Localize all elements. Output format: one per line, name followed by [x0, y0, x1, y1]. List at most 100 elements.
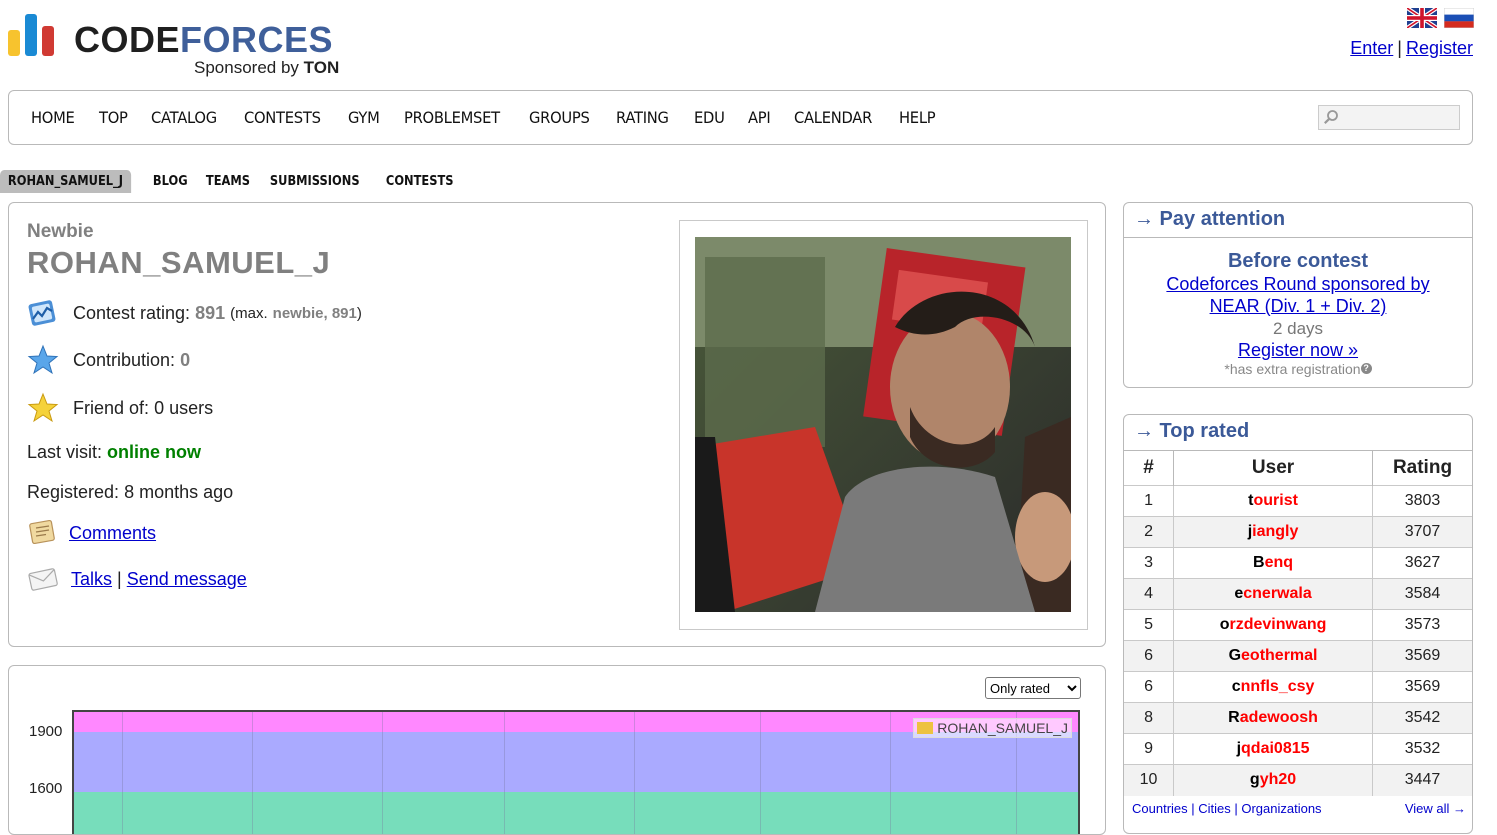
countdown: 2 days — [1272, 319, 1324, 338]
table-row: 10 gyh20 3447 — [1124, 764, 1472, 796]
user-link[interactable]: Benq — [1253, 554, 1293, 571]
max-rating: newbie, 891 — [272, 304, 357, 322]
tab-contests[interactable]: CONTESTS — [378, 170, 461, 193]
friend-of-row: Friend of: 0 users — [27, 392, 213, 424]
contest-link-line2[interactable]: NEAR (Div. 1 + Div. 2) — [1124, 295, 1472, 317]
nav-contests[interactable]: CONTESTS — [244, 108, 321, 127]
nav-problemset[interactable]: PROBLEMSET — [404, 108, 500, 127]
search-box — [1318, 105, 1460, 130]
rating-graph[interactable]: ROHAN_SAMUEL_J — [72, 710, 1080, 834]
rating-cell: 3532 — [1372, 733, 1472, 765]
main-menu: HOME TOP CATALOG CONTESTS GYM PROBLEMSET… — [8, 90, 1473, 145]
logo-sponsor: Sponsored by TON — [194, 58, 340, 77]
user-link[interactable]: tourist — [1248, 492, 1298, 509]
nav-catalog[interactable]: CATALOG — [151, 108, 217, 127]
user-cell: ecnerwala — [1173, 578, 1373, 610]
contest-link-line1[interactable]: Codeforces Round sponsored by — [1124, 273, 1472, 295]
pay-attention-title: → Pay attention — [1124, 203, 1472, 238]
rating-cell: 3573 — [1372, 609, 1472, 641]
comments-row: Comments — [27, 517, 156, 549]
enter-link[interactable]: Enter — [1350, 38, 1393, 58]
user-link[interactable]: Radewoosh — [1228, 709, 1318, 726]
rank-cell: 2 — [1124, 516, 1175, 548]
user-link[interactable]: orzdevinwang — [1220, 616, 1327, 633]
user-link[interactable]: gyh20 — [1250, 771, 1296, 788]
rating-cell: 3447 — [1372, 764, 1472, 796]
rating-cell: 3627 — [1372, 547, 1472, 579]
rating-cell: 3569 — [1372, 640, 1472, 672]
user-cell: jqdai0815 — [1173, 733, 1373, 765]
tab-submissions[interactable]: SUBMISSIONS — [262, 170, 367, 193]
search-input[interactable] — [1343, 106, 1458, 128]
rank-cell: 9 — [1124, 733, 1175, 765]
rank-cell: 4 — [1124, 578, 1175, 610]
view-all-link[interactable]: View all → — [1405, 801, 1466, 816]
avatar-frame — [679, 220, 1088, 630]
tab-blog[interactable]: BLOG — [145, 170, 196, 193]
gold-star-icon — [27, 392, 59, 423]
y-tick-1900: 1900 — [29, 723, 63, 740]
registered-time: 8 months ago — [124, 482, 234, 502]
contribution-row: Contribution: 0 — [27, 344, 190, 376]
legend-swatch — [917, 722, 934, 734]
user-avatar[interactable] — [695, 237, 1071, 612]
nav-top[interactable]: TOP — [99, 108, 128, 127]
tab-teams[interactable]: TEAMS — [198, 170, 258, 193]
user-cell: orzdevinwang — [1173, 609, 1373, 641]
rank-cell: 10 — [1124, 764, 1175, 796]
profile-tabs: ROHAN_SAMUEL_J BLOG TEAMS SUBMISSIONS CO… — [0, 170, 469, 193]
user-handle: ROHAN_SAMUEL_J — [27, 245, 331, 280]
rank-cell: 8 — [1124, 702, 1175, 734]
register-now-link[interactable]: Register now » — [1124, 340, 1472, 361]
send-message-link[interactable]: Send message — [127, 569, 247, 590]
nav-api[interactable]: API — [748, 108, 771, 127]
rating-cell: 3569 — [1372, 671, 1472, 703]
nav-gym[interactable]: GYM — [348, 108, 380, 127]
register-link[interactable]: Register — [1406, 38, 1473, 58]
comments-link[interactable]: Comments — [69, 523, 156, 544]
rating-chart-icon — [28, 300, 56, 326]
y-tick-1600: 1600 — [29, 780, 63, 797]
graph-legend: ROHAN_SAMUEL_J — [913, 718, 1072, 738]
talks-link[interactable]: Talks — [71, 569, 112, 590]
logo-bars-icon — [8, 14, 60, 56]
nav-groups[interactable]: GROUPS — [529, 108, 590, 127]
user-cell: gyh20 — [1173, 764, 1373, 796]
rating-cell: 3707 — [1372, 516, 1472, 548]
user-link[interactable]: ecnerwala — [1234, 585, 1311, 602]
talks-row: Talks | Send message — [27, 563, 247, 595]
nav-help[interactable]: HELP — [899, 108, 936, 127]
user-link[interactable]: cnnfls_csy — [1232, 678, 1315, 695]
contribution-value: 0 — [180, 349, 191, 370]
rating-cell: 3584 — [1372, 578, 1472, 610]
help-icon[interactable]: ? — [1360, 363, 1372, 374]
language-flags — [1407, 8, 1474, 28]
user-link[interactable]: jqdai0815 — [1237, 740, 1310, 757]
user-link[interactable]: jiangly — [1248, 523, 1299, 540]
rating-value: 891 — [195, 302, 226, 323]
user-link[interactable]: Geothermal — [1229, 647, 1318, 664]
rank-cell: 3 — [1124, 547, 1175, 579]
band-expert — [74, 732, 1078, 792]
nav-rating[interactable]: RATING — [616, 108, 669, 127]
rank-cell: 6 — [1124, 640, 1175, 672]
uk-flag-icon[interactable] — [1407, 8, 1437, 28]
table-row: 2 jiangly 3707 — [1124, 516, 1472, 548]
tab-profile[interactable]: ROHAN_SAMUEL_J — [0, 170, 131, 193]
nav-edu[interactable]: EDU — [694, 108, 725, 127]
band-specialist — [74, 792, 1078, 834]
before-contest-heading: Before contest — [1227, 250, 1369, 272]
user-cell: jiangly — [1173, 516, 1373, 548]
ru-flag-icon[interactable] — [1444, 8, 1474, 28]
nav-home[interactable]: HOME — [31, 108, 75, 127]
table-row: 9 jqdai0815 3532 — [1124, 733, 1472, 765]
top-rated-filters[interactable]: Countries | Cities | Organizations — [1132, 801, 1322, 816]
table-row: 5 orzdevinwang 3573 — [1124, 609, 1472, 641]
rating-cell: 3803 — [1372, 485, 1472, 517]
logo-title: CODEFORCES — [74, 19, 334, 60]
envelope-icon — [28, 568, 58, 591]
online-status: online now — [107, 442, 202, 462]
graph-filter-select[interactable]: Only rated — [985, 677, 1081, 699]
nav-calendar[interactable]: CALENDAR — [794, 108, 872, 127]
codeforces-logo[interactable]: CODEFORCES Sponsored by TON — [8, 14, 339, 78]
